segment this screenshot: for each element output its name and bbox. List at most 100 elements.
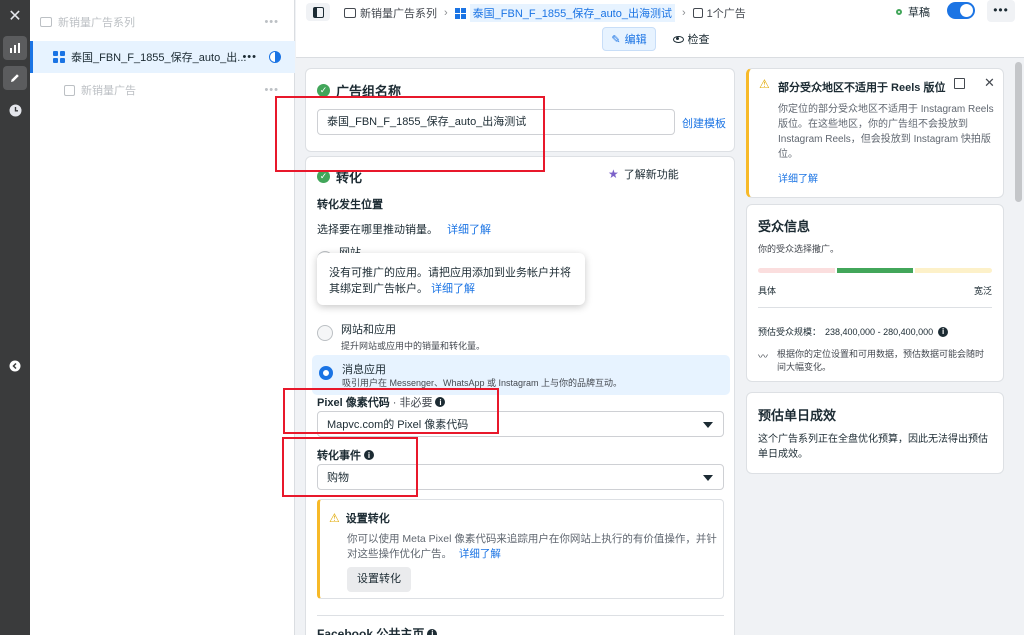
review-tab[interactable]: 检查	[666, 27, 716, 51]
tree-ad-row[interactable]: 新销量广告 •••	[30, 74, 295, 106]
clock-icon[interactable]	[3, 98, 27, 122]
folder-icon	[40, 17, 52, 27]
publish-toggle[interactable]	[947, 2, 975, 19]
setup-conversion-box: ⚠ 设置转化 你可以使用 Meta Pixel 像素代码来追踪用户在你网站上执行…	[317, 499, 724, 599]
radio-messaging[interactable]	[319, 366, 333, 380]
chevron-right-icon: ›	[681, 7, 686, 19]
panel-icon	[312, 6, 324, 18]
side-panel: ⚠ 部分受众地区不适用于 Reels 版位 ✕ 你定位的部分受众地区不适用于 I…	[740, 58, 1012, 635]
close-icon[interactable]: ✕	[3, 4, 27, 28]
draft-status: 草稿	[896, 4, 930, 20]
draft-label: 草稿	[908, 7, 930, 19]
draft-dot-icon	[896, 9, 902, 15]
pencil-icon: ✎	[611, 33, 621, 46]
pencil-icon[interactable]	[3, 66, 27, 90]
edit-tab[interactable]: ✎ 编辑	[602, 27, 656, 51]
chevron-down-icon	[703, 422, 713, 428]
ad-icon	[64, 84, 75, 96]
chevron-right-icon: ›	[444, 7, 448, 19]
audience-size-value: 238,400,000 - 280,400,000	[825, 326, 934, 337]
fb-page-label: Facebook 公共主页	[317, 627, 425, 635]
ad-icon	[692, 8, 703, 18]
reels-warning-card: ⚠ 部分受众地区不适用于 Reels 版位 ✕ 你定位的部分受众地区不适用于 I…	[746, 68, 1004, 198]
daily-results-card: 预估单日成效 这个广告系列正在全盘优化预算，因此无法得出预估单日成效。	[746, 392, 1004, 474]
status-half-icon	[269, 51, 281, 63]
sidebar-toggle-button[interactable]	[306, 3, 330, 21]
setup-title: 设置转化	[345, 513, 390, 525]
setup-heading: ⚠ 设置转化	[329, 510, 390, 526]
learn-more-link[interactable]: 详细了解	[447, 224, 491, 236]
tree-campaign-row[interactable]: 新销量广告系列 •••	[30, 6, 295, 38]
new-feature-link[interactable]: ★ 了解新功能	[608, 166, 679, 182]
audience-title: 受众信息	[758, 219, 811, 234]
setup-conversion-button[interactable]: 设置转化	[347, 567, 411, 592]
warning-text: 你定位的部分受众地区不适用于 Instagram Reels 版位。在这些地区，…	[778, 104, 994, 160]
popover-learn-more-link[interactable]: 详细了解	[431, 283, 475, 295]
crumb-ads[interactable]: 1个广告	[707, 5, 746, 21]
eye-icon	[672, 35, 684, 43]
pin-icon[interactable]	[954, 78, 965, 89]
adset-grid-icon	[454, 7, 466, 19]
conversion-location-label: 转化发生位置	[317, 199, 383, 211]
audience-note: 根据你的定位设置和可用数据，预估数据可能会随时间大幅变化。	[777, 349, 985, 372]
info-icon[interactable]: i	[427, 628, 438, 635]
trend-icon: 〰	[758, 352, 768, 363]
annotation-box-pixel	[283, 388, 499, 434]
tree-adset-row[interactable]: 泰国_FBN_F_1855_保存_auto_出... •••	[30, 41, 295, 73]
annotation-box-adset-name	[275, 96, 545, 172]
chevron-down-icon	[703, 475, 713, 481]
top-bar: 新销量广告系列 › 泰国_FBN_F_1855_保存_auto_出海测试 › 1…	[296, 0, 1024, 58]
daily-title: 预估单日成效	[758, 408, 837, 423]
annotation-box-event	[282, 437, 418, 497]
fb-page-label-row: Facebook 公共主页 i	[317, 625, 438, 635]
breadcrumb: 新销量广告系列 › 泰国_FBN_F_1855_保存_auto_出海测试 › 1…	[344, 4, 746, 22]
crumb-campaign[interactable]: 新销量广告系列	[360, 5, 437, 21]
conversion-location-desc: 选择要在哪里推动销量。	[317, 224, 438, 236]
warning-title: 部分受众地区不适用于 Reels 版位	[778, 82, 946, 94]
tree-ad-label: 新销量广告	[81, 85, 136, 97]
audience-size-label: 预估受众规模：	[758, 327, 822, 337]
chart-icon[interactable]	[3, 36, 27, 60]
audience-subtitle: 你的受众选择撒广。	[758, 244, 840, 254]
new-feature-label: 了解新功能	[623, 169, 679, 181]
daily-text: 这个广告系列正在全盘优化预算，因此无法得出预估单日成效。	[758, 434, 988, 460]
crumb-adset[interactable]: 泰国_FBN_F_1855_保存_auto_出海测试	[469, 4, 675, 22]
option-web-app-label: 网站和应用	[341, 324, 396, 336]
more-icon[interactable]: •••	[242, 51, 257, 63]
setup-learn-more-link[interactable]: 详细了解	[459, 548, 501, 560]
more-options-button[interactable]: •••	[987, 0, 1015, 22]
meter-specific-label: 具体	[758, 286, 777, 296]
more-icon[interactable]: •••	[264, 84, 279, 96]
collapse-icon[interactable]	[3, 354, 27, 378]
meter-broad-label: 宽泛	[973, 286, 992, 296]
adset-grid-icon	[53, 51, 65, 63]
review-tab-label: 检查	[687, 34, 710, 46]
audience-meter	[758, 268, 993, 273]
folder-icon	[344, 8, 356, 18]
warning-icon: ⚠	[759, 77, 770, 91]
option-web-app[interactable]: 网站和应用 提升网站或应用中的销量和转化量。	[317, 321, 485, 352]
scrollbar-thumb[interactable]	[1015, 62, 1022, 202]
setup-text-block: 你可以使用 Meta Pixel 像素代码来追踪用户在你网站上执行的有价值操作，…	[347, 532, 719, 562]
left-rail: ✕	[0, 0, 30, 635]
close-icon[interactable]: ✕	[984, 75, 995, 91]
divider	[758, 307, 992, 308]
star-icon: ★	[608, 167, 619, 181]
audience-card: 受众信息 你的受众选择撒广。 具体 宽泛 预估受众规模： 238,400,000…	[746, 204, 1004, 382]
info-icon[interactable]: i	[938, 326, 949, 337]
option-web-app-desc: 提升网站或应用中的销量和转化量。	[341, 341, 486, 351]
divider	[317, 615, 724, 616]
campaign-tree: 新销量广告系列 ••• 泰国_FBN_F_1855_保存_auto_出... •…	[30, 0, 295, 635]
create-template-link[interactable]: 创建模板	[682, 115, 726, 131]
tree-adset-label: 泰国_FBN_F_1855_保存_auto_出...	[71, 52, 247, 64]
warning-learn-more-link[interactable]: 详细了解	[778, 170, 818, 185]
tree-campaign-label: 新销量广告系列	[58, 17, 135, 29]
edit-tab-label: 编辑	[624, 34, 647, 46]
radio-web-app[interactable]	[317, 325, 333, 341]
setup-text: 你可以使用 Meta Pixel 像素代码来追踪用户在你网站上执行的有价值操作，…	[347, 533, 717, 560]
warning-icon: ⚠	[329, 511, 340, 525]
option-messaging-label: 消息应用	[342, 364, 386, 376]
more-icon[interactable]: •••	[264, 16, 279, 28]
scrollbar[interactable]	[1013, 58, 1024, 635]
no-app-popover: 没有可推广的应用。请把应用添加到业务帐户并将其绑定到广告帐户。 详细了解	[317, 253, 585, 305]
